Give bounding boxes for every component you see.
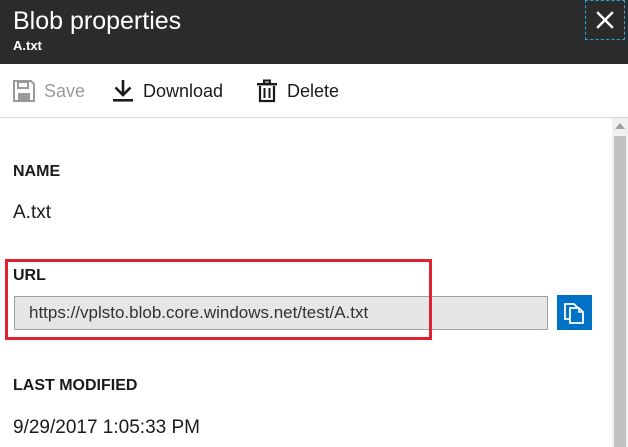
url-field[interactable] bbox=[14, 296, 548, 330]
copy-url-button[interactable] bbox=[557, 295, 592, 330]
scroll-up-button[interactable] bbox=[612, 118, 628, 134]
blade-header: Blob properties A.txt bbox=[0, 0, 628, 64]
download-icon bbox=[113, 80, 133, 102]
save-label: Save bbox=[44, 81, 86, 101]
blade-subtitle: A.txt bbox=[13, 38, 42, 53]
name-value: A.txt bbox=[13, 202, 52, 223]
copy-icon bbox=[564, 303, 584, 324]
chevron-up-icon bbox=[615, 123, 625, 129]
download-button[interactable]: Download bbox=[111, 77, 223, 105]
last-modified-value: 9/29/2017 1:05:33 PM bbox=[13, 417, 200, 438]
save-button[interactable]: Save bbox=[12, 77, 85, 105]
url-label: URL bbox=[13, 267, 46, 284]
download-label: Download bbox=[143, 81, 224, 101]
name-label: NAME bbox=[13, 163, 61, 180]
blade-title: Blob properties bbox=[13, 7, 182, 35]
properties-content: NAME A.txt URL LAST MODIFIED 9/29/2017 1… bbox=[0, 118, 612, 447]
close-button[interactable] bbox=[585, 0, 625, 40]
save-icon bbox=[13, 80, 35, 102]
vertical-scrollbar[interactable] bbox=[612, 118, 628, 447]
delete-button[interactable]: Delete bbox=[255, 77, 339, 105]
last-modified-label: LAST MODIFIED bbox=[13, 377, 138, 394]
delete-icon bbox=[257, 79, 277, 103]
blob-properties-blade: Blob properties A.txt Save Download Dele… bbox=[0, 0, 628, 447]
command-bar: Save Download Delete bbox=[0, 64, 628, 118]
delete-label: Delete bbox=[287, 81, 340, 101]
scrollbar-thumb[interactable] bbox=[614, 136, 626, 447]
close-icon bbox=[596, 11, 614, 29]
